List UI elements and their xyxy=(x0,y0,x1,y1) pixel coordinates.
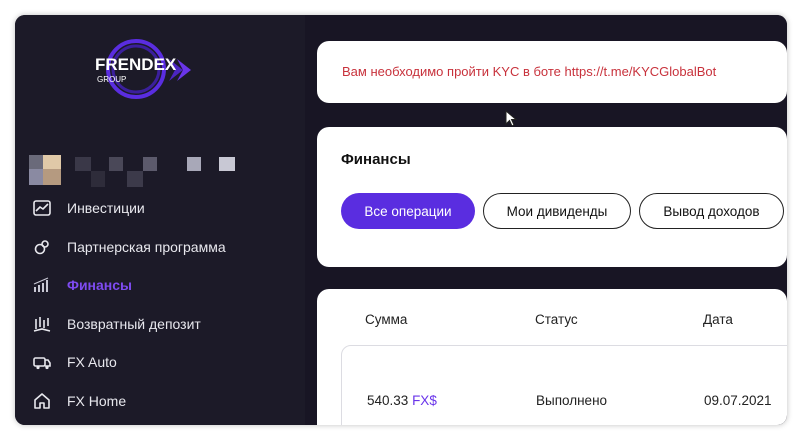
column-header-status: Статус xyxy=(535,312,578,327)
tab-my-dividends[interactable]: Мои дивиденды xyxy=(483,193,631,229)
brand-sub: GROUP xyxy=(97,75,126,84)
finance-card: Финансы Все операции Мои дивиденды Вывод… xyxy=(317,127,787,267)
tab-all-operations[interactable]: Все операции xyxy=(341,193,475,229)
brand-logo[interactable]: FRENDEX GROUP xyxy=(91,37,201,101)
sidebar-item-label: FX Home xyxy=(67,393,127,409)
mouse-cursor-icon xyxy=(505,110,518,127)
deposit-return-icon xyxy=(31,313,53,335)
brand-logo-mark: FRENDEX GROUP xyxy=(95,39,191,99)
sidebar-item-fx-home[interactable]: FX Home xyxy=(31,389,126,413)
operations-table: Сумма Статус Дата 540.33 FX$ Выполнено 0… xyxy=(317,289,787,425)
sidebar-item-investments[interactable]: Инвестиции xyxy=(31,196,145,220)
kyc-alert: Вам необходимо пройти KYC в боте https:/… xyxy=(317,41,787,103)
kyc-alert-text[interactable]: Вам необходимо пройти KYC в боте https:/… xyxy=(342,64,716,79)
home-icon xyxy=(31,390,53,412)
sidebar-item-label: FX Auto xyxy=(67,354,117,370)
sidebar-item-partner[interactable]: Партнерская программа xyxy=(31,235,226,259)
brand-name: FRENDEX xyxy=(95,55,177,74)
car-icon xyxy=(31,351,53,373)
sidebar-item-label: Партнерская программа xyxy=(67,239,226,255)
column-header-amount: Сумма xyxy=(365,312,408,327)
tab-withdraw-income[interactable]: Вывод доходов xyxy=(639,193,784,229)
sidebar-item-finance[interactable]: Финансы xyxy=(31,273,132,297)
amount-value: 540.33 xyxy=(367,393,409,408)
sidebar: FRENDEX GROUP Инвестиции Партнерская про… xyxy=(15,15,305,425)
sidebar-item-deposit[interactable]: Возвратный депозит xyxy=(31,312,201,336)
page-title: Финансы xyxy=(341,151,411,168)
table-row[interactable]: 540.33 FX$ Выполнено 09.07.2021 xyxy=(341,345,787,425)
sidebar-item-label: Финансы xyxy=(67,277,132,293)
main-content: Вам необходимо пройти KYC в боте https:/… xyxy=(305,15,787,425)
column-header-date: Дата xyxy=(703,312,733,327)
row-amount: 540.33 FX$ xyxy=(367,393,437,408)
sidebar-item-label: Инвестиции xyxy=(67,200,145,216)
chart-line-icon xyxy=(31,197,53,219)
row-date: 09.07.2021 xyxy=(704,393,772,408)
partner-link-icon xyxy=(31,236,53,258)
sidebar-item-fx-auto[interactable]: FX Auto xyxy=(31,350,117,374)
row-status: Выполнено xyxy=(536,393,608,408)
sidebar-item-label: Возвратный депозит xyxy=(67,316,201,332)
amount-currency: FX$ xyxy=(412,393,437,408)
finance-bars-icon xyxy=(31,274,53,296)
app-window: FRENDEX GROUP Инвестиции Партнерская про… xyxy=(15,15,787,425)
